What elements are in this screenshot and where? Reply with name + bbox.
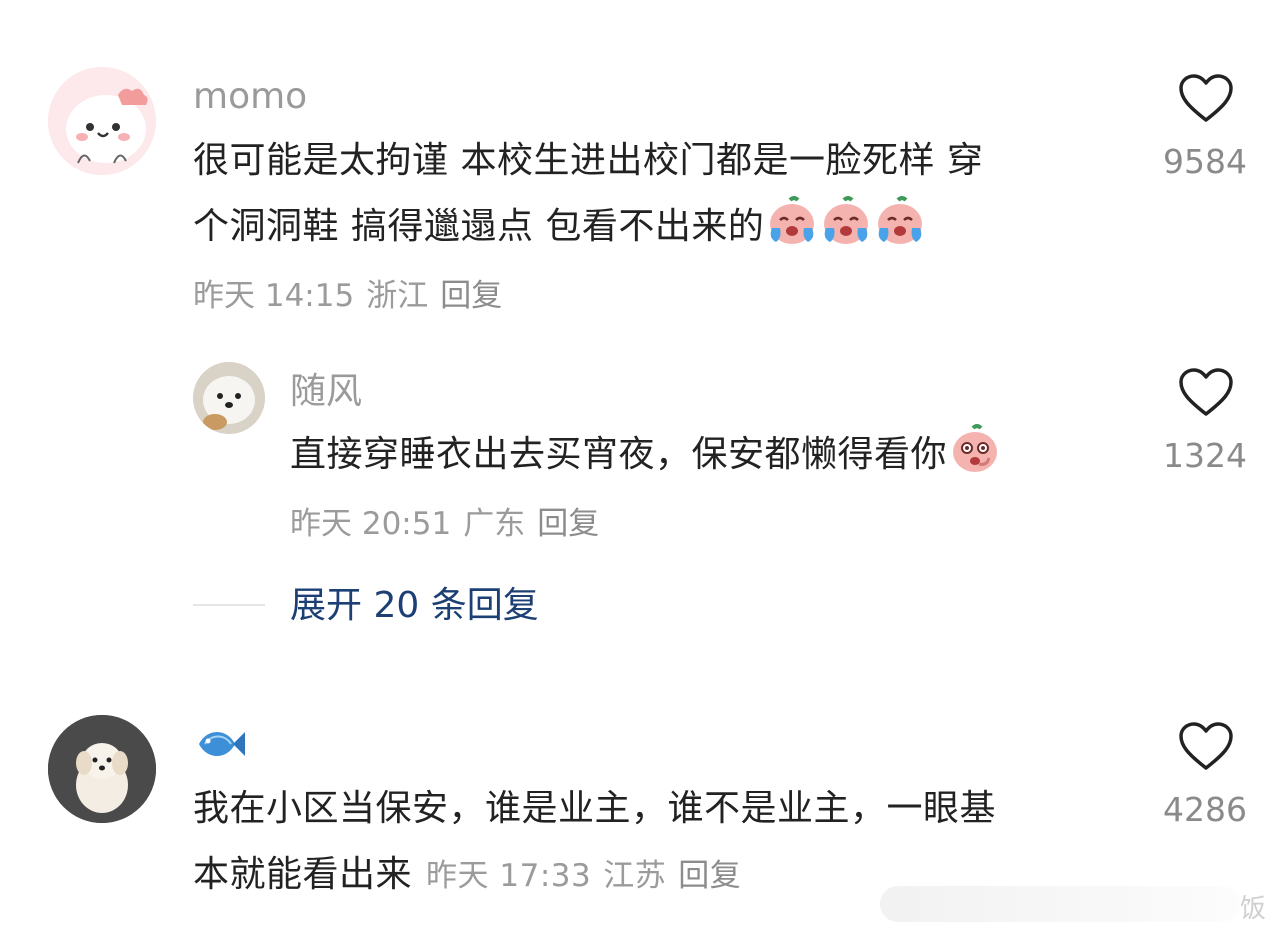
avatar[interactable] <box>48 715 156 823</box>
expand-replies-button[interactable]: 展开 20 条回复 <box>290 584 539 628</box>
crying-face-icon <box>824 196 869 244</box>
like-count: 1324 <box>1163 436 1247 475</box>
reply-button[interactable]: 回复 <box>537 506 599 542</box>
like-count: 4286 <box>1163 790 1247 829</box>
like-heart-icon[interactable] <box>1178 368 1234 418</box>
crying-face-icon <box>878 196 923 244</box>
avatar[interactable] <box>48 67 156 175</box>
comment-time: 昨天 20:51 <box>290 506 452 542</box>
comment-text-line: 个洞洞鞋 搞得邋遢点 包看不出来的 <box>193 206 765 247</box>
comment-time: 昨天 17:33 <box>426 858 592 894</box>
avatar[interactable] <box>193 362 265 434</box>
comment-location: 广东 <box>463 506 526 542</box>
comment-text-line: 很可能是太拘谨 本校生进出校门都是一脸死样 穿 <box>193 140 984 181</box>
comment-text-line: 我在小区当保安，谁是业主，谁不是业主，一眼基 <box>193 788 997 829</box>
divider <box>193 604 265 606</box>
laughing-face-icon <box>953 424 998 472</box>
watermark <box>880 886 1240 922</box>
comment-text-line-with-emoji: 个洞洞鞋 搞得邋遢点 包看不出来的 <box>193 194 1133 260</box>
comment-text: 很可能是太拘谨 本校生进出校门都是一脸死样 穿 个洞洞鞋 搞得邋遢点 包看不出来… <box>193 128 1133 260</box>
comment-text-line: 本就能看出来 <box>193 854 413 895</box>
like-heart-icon[interactable] <box>1178 74 1234 124</box>
like-heart-icon[interactable] <box>1178 722 1234 772</box>
comment-text-line: 直接穿睡衣出去买宵夜，保安都懒得看你 <box>290 434 948 475</box>
username[interactable]: 随风 <box>290 370 362 414</box>
comment-meta: 昨天 14:15 浙江 回复 <box>193 276 514 316</box>
reply-button[interactable]: 回复 <box>678 858 741 894</box>
reply-button[interactable]: 回复 <box>440 278 502 314</box>
watermark-text: 饭 <box>1240 894 1267 924</box>
comment-text: 直接穿睡衣出去买宵夜，保安都懒得看你 <box>290 422 1150 488</box>
comment-meta: 昨天 20:51 广东 回复 <box>290 504 611 544</box>
username[interactable]: momo <box>193 75 307 119</box>
crying-face-icon <box>770 196 815 244</box>
comment-location: 浙江 <box>366 278 429 314</box>
fish-icon <box>199 732 245 756</box>
comment-meta: 昨天 17:33 江苏 回复 <box>426 858 753 894</box>
comment-time: 昨天 14:15 <box>193 278 355 314</box>
comment-location: 江苏 <box>603 858 667 894</box>
like-count: 9584 <box>1163 142 1247 181</box>
